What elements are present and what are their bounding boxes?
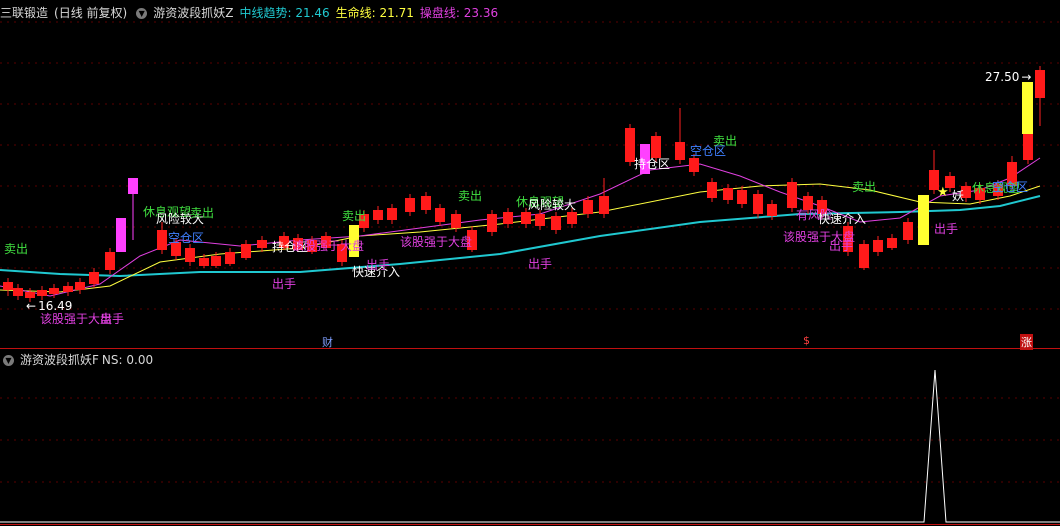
- candle-body: [903, 222, 913, 240]
- signal-label: 该股强于大盘: [400, 235, 473, 249]
- high-price-value: 27.50: [985, 70, 1020, 84]
- candle-body: [873, 240, 883, 252]
- signal-label: 卖出: [190, 206, 215, 220]
- candle-body: [1022, 82, 1033, 134]
- signal-label: 出手: [272, 277, 297, 291]
- signal-label: 持仓区: [634, 157, 671, 171]
- ns-indicator-plot: [0, 369, 1060, 523]
- candle-body: [707, 182, 717, 198]
- candle-body: [199, 258, 209, 266]
- candle-body: [689, 158, 699, 172]
- signal-label: 出手: [829, 239, 854, 253]
- candle-body: [487, 214, 497, 232]
- candle-body: [75, 282, 85, 290]
- candle-body: [241, 244, 251, 258]
- signal-label: 该股强于大盘: [292, 239, 365, 253]
- ns-line: [0, 369, 1060, 523]
- candle-body: [63, 286, 73, 292]
- candle-body: [723, 188, 733, 200]
- candle-body: [405, 198, 415, 212]
- signal-label: 空仓区: [690, 144, 727, 158]
- candle-body: [567, 212, 577, 224]
- candle-body: [599, 196, 609, 214]
- low-arrow: ←: [26, 299, 37, 313]
- yao-marker: 妖: [952, 189, 965, 203]
- signal-label: 出手: [100, 312, 125, 326]
- high-arrow: →: [1021, 70, 1032, 84]
- star-icon: ★: [937, 185, 949, 200]
- signal-label: 出手: [366, 258, 391, 272]
- candle-body: [753, 194, 763, 214]
- signal-label: 快速介入: [818, 212, 867, 226]
- signal-label: 空仓区: [992, 180, 1029, 194]
- candle-body: [787, 182, 797, 208]
- signal-label: 卖出: [852, 180, 877, 194]
- candlesticks[interactable]: [3, 66, 1045, 302]
- candle-body: [535, 214, 545, 226]
- candle-body: [128, 178, 138, 194]
- candle-body: [116, 218, 126, 252]
- candle-body: [257, 240, 267, 248]
- signal-label: 卖出: [458, 189, 483, 203]
- candle-body: [157, 230, 167, 250]
- candle-body: [918, 195, 929, 245]
- candle-body: [451, 214, 461, 228]
- candle-body: [89, 272, 99, 284]
- candle-body: [387, 208, 397, 220]
- signal-label: 卖出: [4, 242, 29, 256]
- candle-body: [887, 238, 897, 248]
- candle-body: [3, 282, 13, 290]
- limit-up-marker[interactable]: 涨: [1020, 334, 1033, 350]
- candle-body: [105, 252, 115, 270]
- candle-body: [521, 212, 531, 224]
- candle-body: [49, 288, 59, 294]
- signal-label: 卖出: [342, 209, 367, 223]
- signal-label: 空仓区: [168, 231, 205, 245]
- candle-body: [25, 292, 35, 298]
- candle-body: [37, 290, 47, 296]
- candle-body: [675, 142, 685, 160]
- candle-body: [435, 208, 445, 222]
- candle-body: [1023, 132, 1033, 160]
- candle-body: [421, 196, 431, 210]
- candle-body: [503, 212, 513, 224]
- high-price-label: 27.50 →: [985, 70, 1031, 84]
- signal-label: 出手: [934, 222, 959, 236]
- dividend-marker[interactable]: $: [803, 334, 810, 347]
- candle-body: [551, 216, 561, 230]
- candle-body: [373, 210, 383, 220]
- candle-body: [1035, 70, 1045, 98]
- finance-marker[interactable]: 财: [322, 334, 333, 350]
- price-grid: [0, 21, 1060, 483]
- signal-label: 风险较大: [528, 198, 577, 212]
- signal-label: 出手: [528, 257, 553, 271]
- candle-body: [211, 256, 221, 266]
- candle-body: [737, 190, 747, 204]
- candle-body: [859, 244, 869, 268]
- candle-body: [225, 252, 235, 264]
- candle-body: [13, 288, 23, 296]
- candle-body: [583, 200, 593, 214]
- candle-body: [185, 248, 195, 262]
- candle-body: [767, 204, 777, 216]
